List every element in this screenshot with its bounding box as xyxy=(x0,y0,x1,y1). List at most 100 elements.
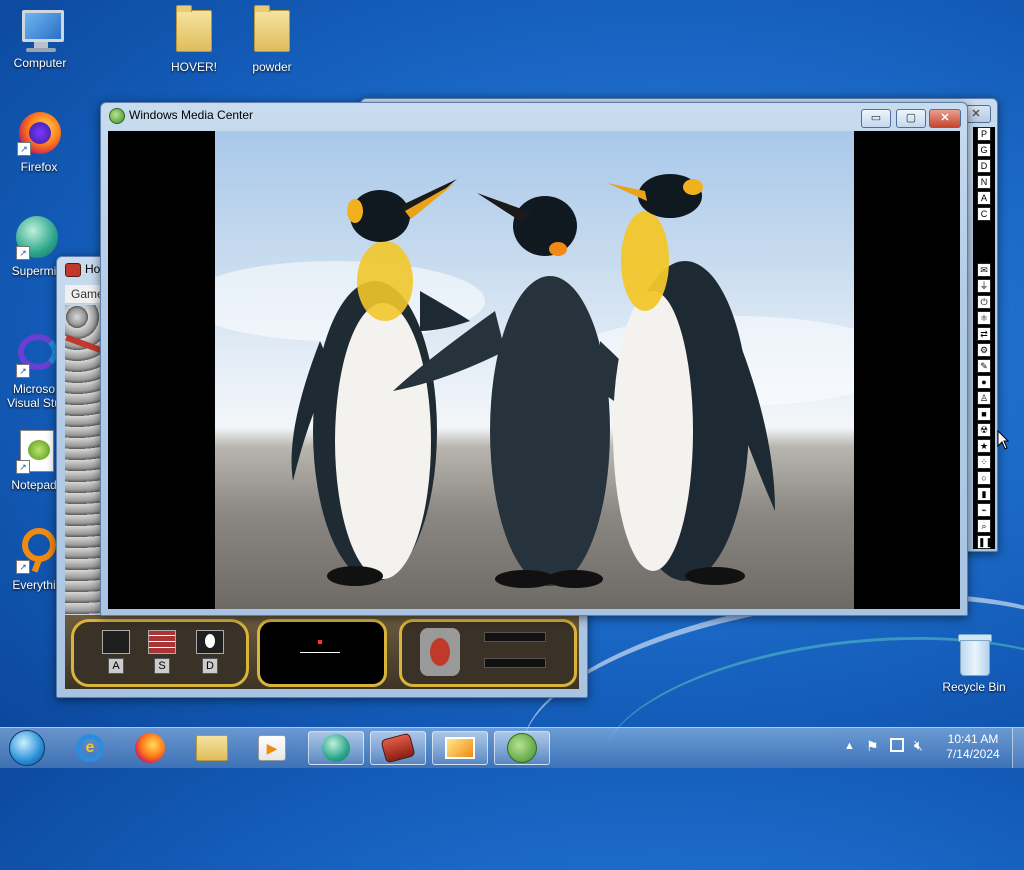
media-center-titlebar[interactable]: Windows Media Center ▭ ▢ ✕ xyxy=(101,103,967,128)
status-pod xyxy=(420,628,460,676)
element-button-n[interactable]: N xyxy=(977,175,991,189)
desktop-icon-label: powder xyxy=(252,60,292,74)
explorer-icon xyxy=(196,735,228,761)
close-button[interactable]: ✕ xyxy=(929,109,961,128)
recycle-bin-icon xyxy=(950,630,998,678)
game-title: Ho xyxy=(85,262,101,276)
firefox-icon xyxy=(135,733,165,763)
folder-icon xyxy=(248,5,296,58)
radar-dot xyxy=(318,640,322,644)
folder-icon xyxy=(170,5,218,58)
hover-game-icon xyxy=(380,732,416,764)
atom-icon[interactable]: ⚛ xyxy=(977,311,991,325)
notepad-icon: ↗ xyxy=(10,428,58,476)
pause-icon[interactable]: ❚❚ xyxy=(977,535,993,549)
supermium-icon xyxy=(322,734,350,762)
search-icon[interactable]: ⌕ xyxy=(977,519,991,533)
show-desktop-button[interactable] xyxy=(1012,728,1024,768)
start-orb-icon xyxy=(9,730,45,766)
flow-icon[interactable]: ⇄ xyxy=(977,327,991,341)
egg-icon xyxy=(196,630,224,654)
firefox-icon: ↗ xyxy=(15,110,63,158)
visual-studio-icon: ↗ xyxy=(10,332,58,380)
maximize-button[interactable]: ▢ xyxy=(896,109,926,128)
volume-muted-icon[interactable]: 🔇︎ xyxy=(914,737,923,754)
desktop-icon-label: Firefox xyxy=(20,160,58,174)
square-icon[interactable]: ■ xyxy=(977,407,991,421)
taskbar-hover-game[interactable] xyxy=(370,731,426,765)
media-center-title: Windows Media Center xyxy=(129,108,254,122)
start-button[interactable] xyxy=(0,730,54,766)
game-hud: A S D xyxy=(65,615,579,689)
person-icon[interactable]: ♙ xyxy=(977,391,991,405)
taskbar: e ▶ ▲ ⚑ 🔇︎ 10:41 AM 7/14/2024 xyxy=(0,727,1024,768)
taskbar-ie[interactable]: e xyxy=(62,731,118,765)
bulb-icon[interactable]: ○ xyxy=(977,471,991,485)
penguins-illustration xyxy=(215,174,854,588)
plug-icon[interactable]: ⏚ xyxy=(977,279,991,293)
pen-icon[interactable]: ✎ xyxy=(977,359,991,373)
taskbar-firefox[interactable] xyxy=(122,731,178,765)
media-center-icon xyxy=(109,108,125,124)
hover-game-icon xyxy=(65,263,81,277)
taskbar-media-player[interactable]: ▶ xyxy=(244,731,300,765)
desktop-icon-label: Computer xyxy=(13,56,67,70)
status-bar-2 xyxy=(484,658,546,668)
internet-explorer-icon: e xyxy=(76,734,104,762)
radiation-icon[interactable]: ☢ xyxy=(977,423,991,437)
hud-powerups: A S D xyxy=(71,619,249,687)
desktop-icon-label: HOVER! xyxy=(170,60,217,74)
clock-date: 7/14/2024 xyxy=(946,747,1000,761)
bookmark-icon[interactable]: ▮ xyxy=(977,487,991,501)
brush-icon[interactable]: ⌁ xyxy=(977,503,991,517)
media-player-icon: ▶ xyxy=(258,735,286,761)
element-button-c[interactable]: C xyxy=(977,207,991,221)
media-center-icon xyxy=(507,733,537,763)
computer-icon xyxy=(16,6,64,54)
clock[interactable]: 10:41 AM 7/14/2024 xyxy=(940,732,1006,762)
everything-icon: ↗ xyxy=(10,528,58,576)
penguins-photo xyxy=(215,131,854,609)
desktop-icon-label: Recycle Bin xyxy=(942,680,1006,694)
clock-time: 10:41 AM xyxy=(947,732,999,746)
show-hidden-icons-button[interactable]: ▲ xyxy=(844,740,855,752)
powder-toolbar: P G D N A C ✉ ⏚ ⏻ ⚛ ⇄ ⚙ ✎ ● ♙ ■ ☢ ★ ⁘ ○ … xyxy=(973,127,995,549)
media-viewport[interactable] xyxy=(108,131,960,609)
mouse-cursor xyxy=(997,430,1009,450)
desktop-icon-firefox[interactable]: ↗ Firefox xyxy=(0,110,79,174)
taskbar-supermium[interactable] xyxy=(308,731,364,765)
desktop-icon-computer[interactable]: Computer xyxy=(0,6,80,70)
element-button-d[interactable]: D xyxy=(977,159,991,173)
brick-wall-icon xyxy=(148,630,176,654)
spring-icon xyxy=(102,630,130,654)
desktop-icon-recycle-bin[interactable]: Recycle Bin xyxy=(934,630,1014,694)
powder-toy-icon xyxy=(445,737,475,759)
action-center-flag-icon[interactable]: ⚑ xyxy=(866,738,879,755)
taskbar-powder-toy[interactable] xyxy=(432,731,488,765)
network-icon[interactable] xyxy=(890,738,904,752)
hud-status xyxy=(399,619,577,687)
supermium-icon: ↗ xyxy=(10,214,58,262)
status-bar-1 xyxy=(484,632,546,642)
hud-key-a: A xyxy=(108,658,124,674)
media-center-window[interactable]: Windows Media Center ▭ ▢ ✕ xyxy=(100,102,968,616)
mail-icon[interactable]: ✉ xyxy=(977,263,991,277)
hud-key-d: D xyxy=(202,658,218,674)
power-icon[interactable]: ⏻ xyxy=(977,295,991,309)
drop-icon[interactable]: ● xyxy=(977,375,991,389)
desktop-icon-hover-folder[interactable]: HOVER! xyxy=(154,5,234,74)
radar-line xyxy=(300,652,340,653)
desktop-icon-powder-folder[interactable]: powder xyxy=(232,5,312,74)
menu-item-game[interactable]: Game xyxy=(71,287,104,301)
element-button-a[interactable]: A xyxy=(977,191,991,205)
dots-icon[interactable]: ⁘ xyxy=(977,455,991,469)
gear-icon[interactable]: ⚙ xyxy=(977,343,991,357)
element-button-g[interactable]: G xyxy=(977,143,991,157)
hud-radar xyxy=(257,619,387,687)
element-button-p[interactable]: P xyxy=(977,127,991,141)
taskbar-explorer[interactable] xyxy=(184,731,240,765)
taskbar-media-center[interactable] xyxy=(494,731,550,765)
star-icon[interactable]: ★ xyxy=(977,439,991,453)
hud-key-s: S xyxy=(154,658,170,674)
minimize-button[interactable]: ▭ xyxy=(861,109,891,128)
